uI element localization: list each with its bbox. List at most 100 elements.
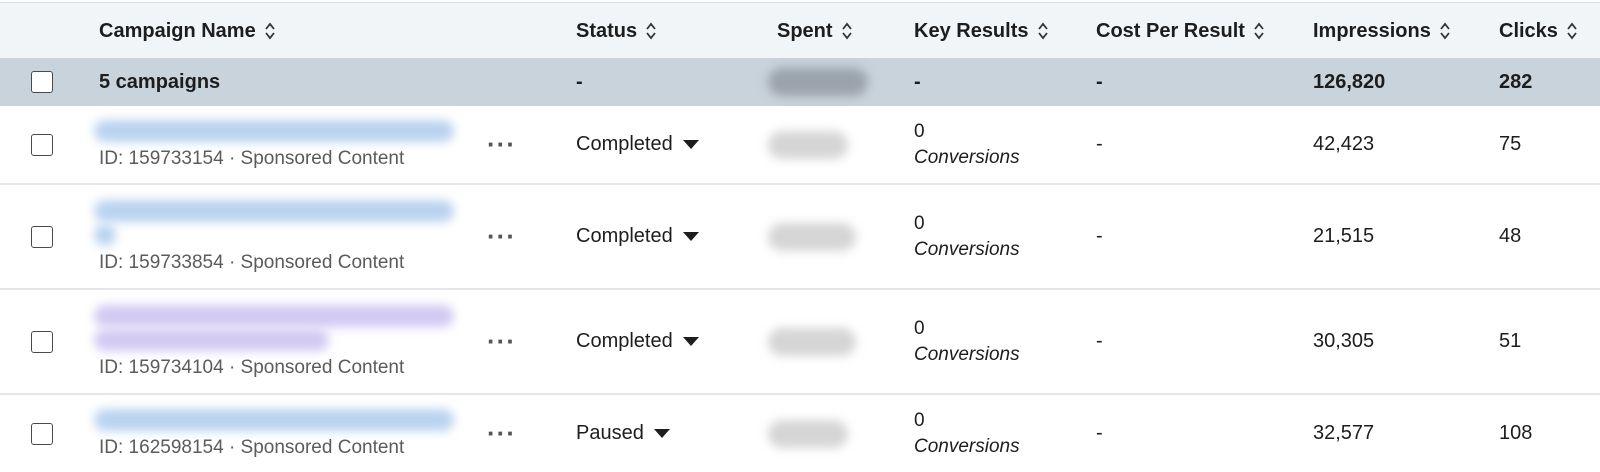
sort-icon — [1440, 22, 1450, 40]
more-options-icon: ··· — [487, 418, 516, 448]
key-results-value: 0 — [914, 317, 925, 339]
select-cell — [31, 395, 53, 472]
column-header-clicks[interactable]: Clicks — [1499, 3, 1578, 59]
campaign-id-line: ID: 159734104 · Sponsored Content — [99, 356, 405, 378]
clicks-value: 75 — [1499, 133, 1522, 155]
campaign-name-cell: ID: 159734104 · Sponsored Content — [94, 290, 454, 393]
more-options-button[interactable]: ··· — [487, 395, 516, 472]
impressions-value: 32,577 — [1313, 422, 1375, 444]
summary-label: 5 campaigns — [99, 70, 221, 93]
spent-cell-redacted — [768, 290, 856, 393]
cost-per-result-value: - — [1096, 330, 1103, 352]
campaign-id-line: ID: 159733854 · Sponsored Content — [99, 251, 405, 273]
status-label: Paused — [576, 422, 644, 444]
column-header-cost-per-result[interactable]: Cost Per Result — [1096, 3, 1265, 59]
column-header-label: Key Results — [914, 19, 1029, 42]
impressions-value: 21,515 — [1313, 225, 1375, 247]
select-all-cell — [31, 58, 53, 106]
campaign-name-link-redacted[interactable] — [94, 199, 454, 222]
caret-down-icon — [682, 337, 699, 346]
impressions-value: 30,305 — [1313, 330, 1375, 352]
summary-spent-redacted — [768, 58, 868, 106]
impressions-value: 42,423 — [1313, 133, 1375, 155]
more-options-button[interactable]: ··· — [487, 290, 516, 393]
status-dropdown[interactable]: Completed — [576, 185, 699, 288]
row-checkbox[interactable] — [31, 133, 53, 156]
column-header-status[interactable]: Status — [576, 3, 657, 59]
more-options-button[interactable]: ··· — [487, 185, 516, 288]
campaign-name-link-redacted-wrap[interactable] — [94, 223, 116, 246]
spent-cell-redacted — [768, 395, 848, 472]
campaign-name-cell: ID: 162598154 · Sponsored Content — [94, 395, 454, 472]
key-results-unit: Conversions — [914, 238, 1020, 260]
row-checkbox[interactable] — [31, 422, 53, 445]
status-label: Completed — [576, 330, 673, 352]
column-header-impressions[interactable]: Impressions — [1313, 3, 1451, 59]
sort-icon — [1567, 22, 1577, 40]
cost-per-result-value: - — [1096, 225, 1103, 247]
more-options-icon: ··· — [487, 326, 516, 356]
status-dropdown[interactable]: Paused — [576, 395, 670, 472]
summary-impressions: 126,820 — [1313, 70, 1386, 93]
status-dropdown[interactable]: Completed — [576, 290, 699, 393]
summary-cost-per-result: - — [1096, 70, 1103, 93]
key-results-unit: Conversions — [914, 343, 1020, 365]
column-header-label: Clicks — [1499, 19, 1558, 42]
sort-icon — [646, 22, 656, 40]
more-options-button[interactable]: ··· — [487, 106, 516, 183]
table-row: ID: 159733154 · Sponsored Content ··· Co… — [0, 106, 1600, 185]
campaign-id-line: ID: 159733154 · Sponsored Content — [99, 147, 405, 169]
summary-row: 5 campaigns - - - 126,820 282 — [0, 58, 1600, 106]
select-all-checkbox[interactable] — [31, 71, 53, 93]
sort-icon — [1037, 22, 1048, 40]
sort-icon — [265, 22, 275, 40]
key-results-cell: 0 Conversions — [914, 290, 1020, 393]
summary-clicks: 282 — [1499, 70, 1533, 93]
column-header-label: Campaign Name — [99, 19, 256, 42]
row-checkbox[interactable] — [31, 330, 53, 353]
column-header-label: Status — [576, 19, 638, 42]
campaign-name-link-redacted[interactable] — [94, 304, 454, 327]
campaign-name-link-redacted-wrap[interactable] — [94, 328, 329, 351]
campaign-name-cell: ID: 159733154 · Sponsored Content — [94, 106, 454, 183]
key-results-value: 0 — [914, 120, 925, 142]
key-results-value: 0 — [914, 409, 925, 431]
campaign-name-link-redacted[interactable] — [94, 408, 454, 431]
select-cell — [31, 290, 53, 393]
table-row: ID: 159734104 · Sponsored Content ··· Co… — [0, 290, 1600, 395]
table-header: Campaign Name Status Spent Key Results C… — [0, 2, 1600, 59]
row-checkbox[interactable] — [31, 225, 53, 248]
column-header-label: Cost Per Result — [1096, 19, 1245, 42]
key-results-cell: 0 Conversions — [914, 106, 1020, 183]
table-row: ID: 162598154 · Sponsored Content ··· Pa… — [0, 395, 1600, 472]
summary-key-results: - — [914, 70, 921, 93]
sort-icon — [1254, 22, 1264, 40]
select-cell — [31, 106, 53, 183]
column-header-spent[interactable]: Spent — [777, 3, 853, 59]
status-dropdown[interactable]: Completed — [576, 106, 699, 183]
summary-status: - — [576, 70, 583, 93]
more-options-icon: ··· — [487, 221, 516, 251]
redacted-spent — [768, 130, 848, 159]
caret-down-icon — [653, 429, 670, 438]
key-results-cell: 0 Conversions — [914, 185, 1020, 288]
clicks-value: 51 — [1499, 330, 1522, 352]
status-label: Completed — [576, 133, 673, 155]
spent-cell-redacted — [768, 185, 856, 288]
key-results-unit: Conversions — [914, 435, 1020, 457]
more-options-icon: ··· — [487, 129, 516, 159]
key-results-cell: 0 Conversions — [914, 395, 1020, 472]
campaign-name-link-redacted[interactable] — [94, 119, 454, 142]
table-row: ID: 159733854 · Sponsored Content ··· Co… — [0, 185, 1600, 290]
column-header-key-results[interactable]: Key Results — [914, 3, 1049, 59]
caret-down-icon — [682, 140, 699, 149]
redacted-spent — [768, 419, 848, 448]
select-cell — [31, 185, 53, 288]
column-header-label: Spent — [777, 19, 833, 42]
caret-down-icon — [682, 232, 699, 241]
redacted-spent — [768, 68, 868, 96]
spent-cell-redacted — [768, 106, 848, 183]
key-results-value: 0 — [914, 212, 925, 234]
column-header-campaign-name[interactable]: Campaign Name — [99, 3, 276, 59]
redacted-spent — [768, 327, 856, 356]
